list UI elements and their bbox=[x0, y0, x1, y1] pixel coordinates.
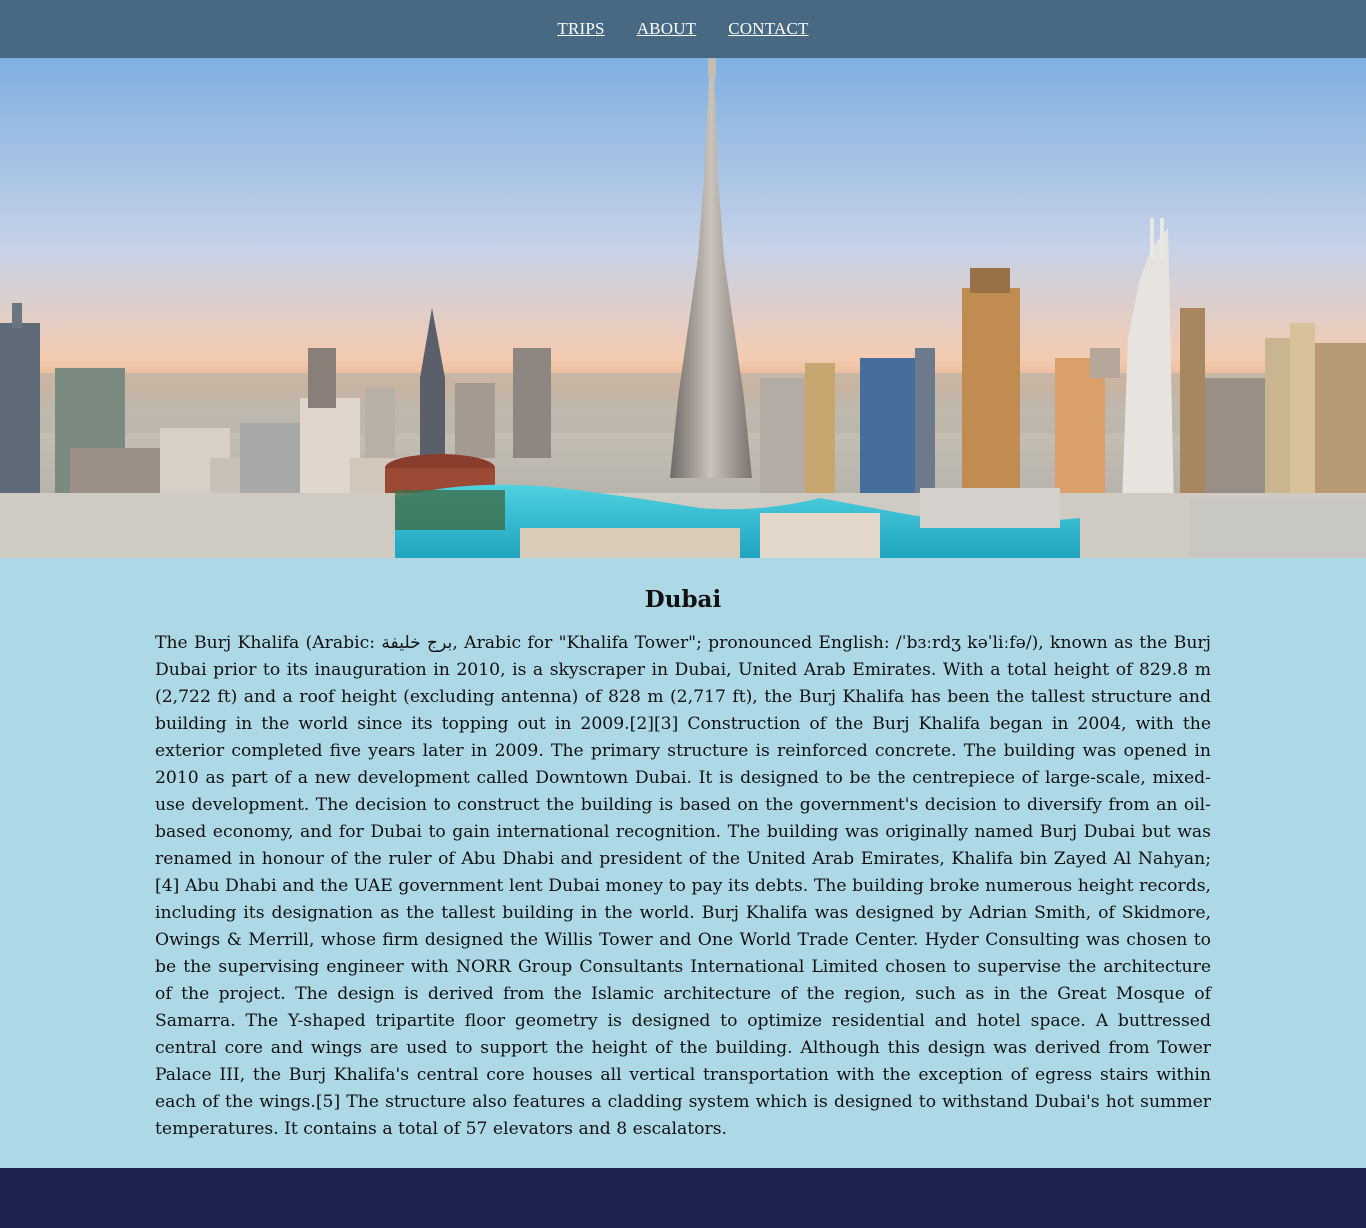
article-title: Dubai bbox=[644, 586, 722, 613]
top-navigation: TRIPS ABOUT CONTACT bbox=[0, 0, 1366, 58]
nav-link-about[interactable]: ABOUT bbox=[637, 19, 697, 39]
skyline-illustration bbox=[0, 58, 1366, 558]
hero-image bbox=[0, 58, 1366, 558]
nav-link-trips[interactable]: TRIPS bbox=[557, 19, 604, 39]
article-section: Dubai The Burj Khalifa (Arabic: برج خليف… bbox=[0, 558, 1366, 1168]
footer bbox=[0, 1168, 1366, 1228]
article-body: The Burj Khalifa (Arabic: برج خليفة, Ara… bbox=[155, 633, 1211, 1139]
nav-link-contact[interactable]: CONTACT bbox=[728, 19, 808, 39]
